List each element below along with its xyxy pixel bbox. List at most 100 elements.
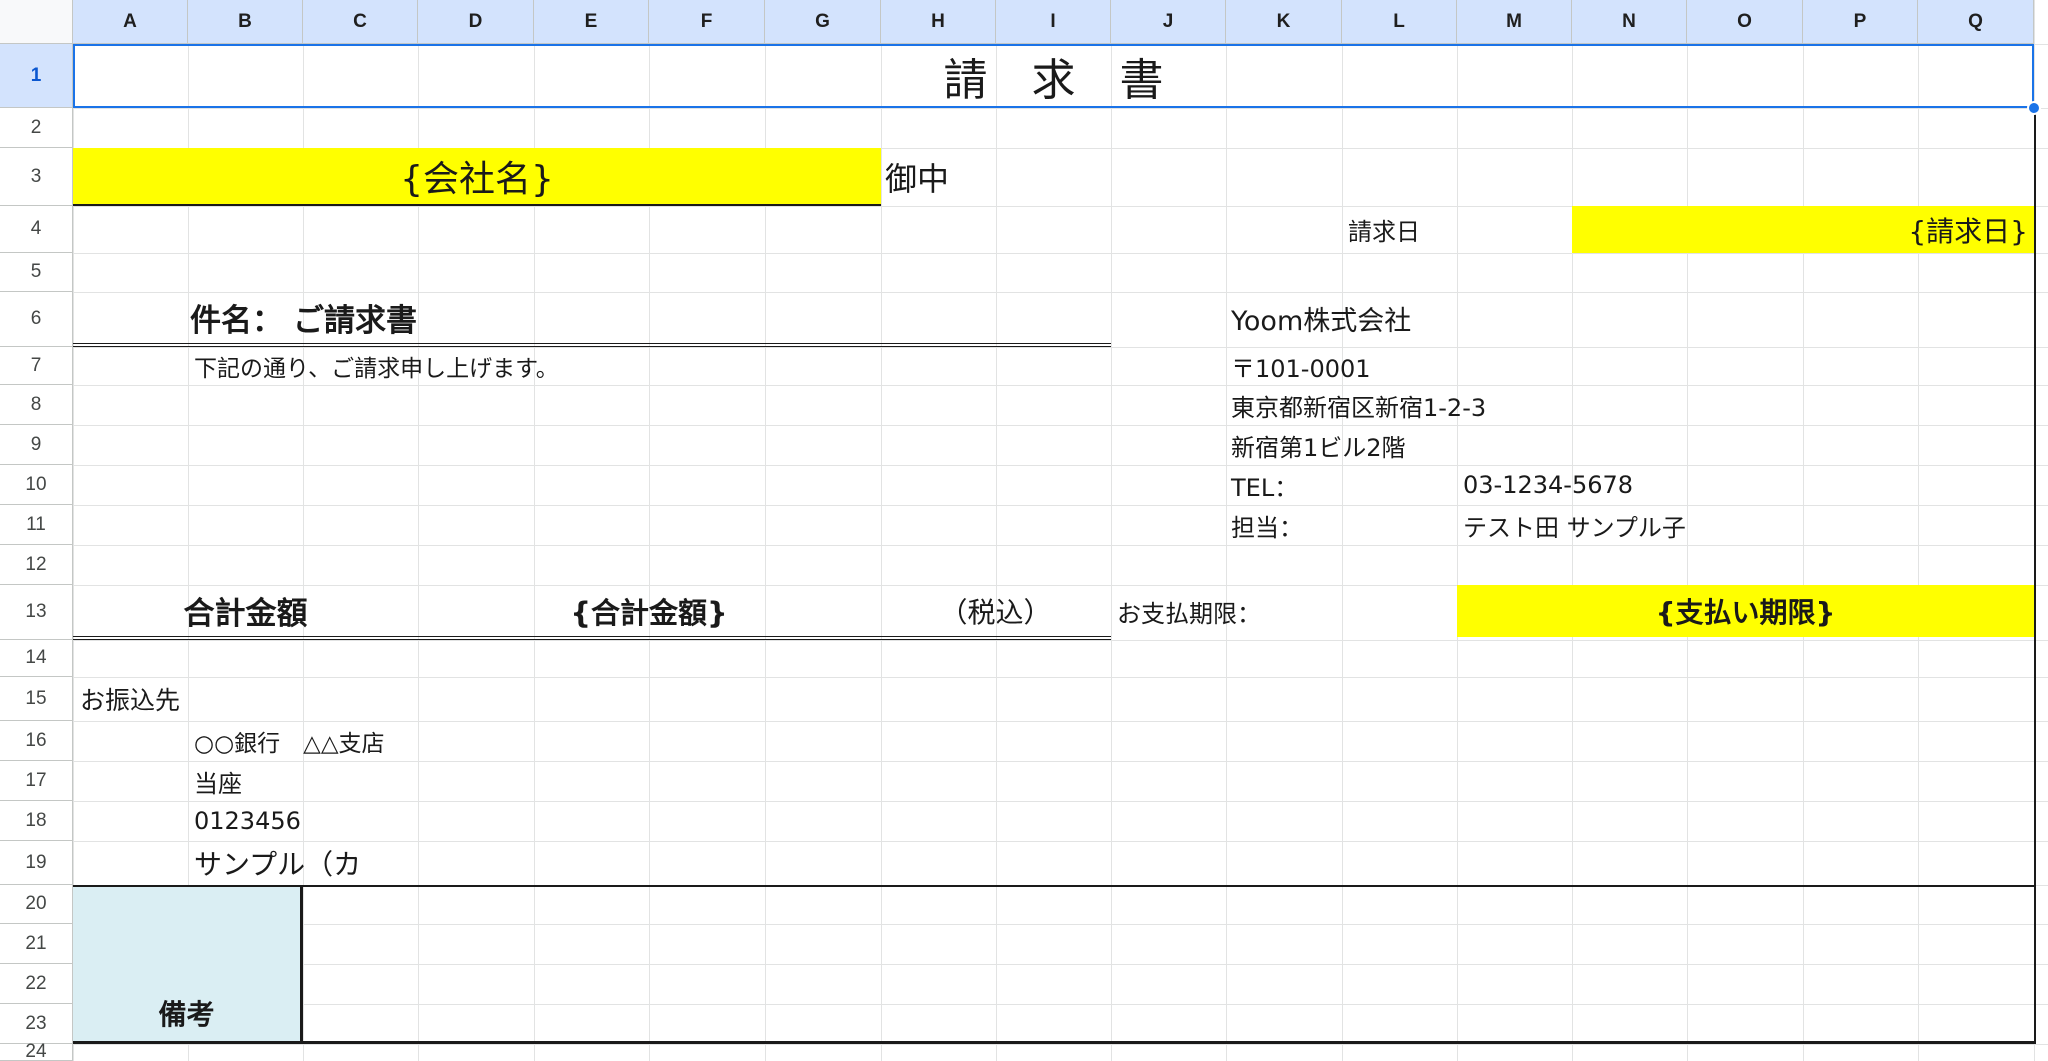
subject-cell[interactable]: 件名： ご請求書 bbox=[73, 292, 1111, 347]
total-label-cell[interactable]: 合計金額 bbox=[73, 585, 418, 640]
issuer-contact-label: 担当： bbox=[1231, 513, 1303, 542]
payment-due-label: お支払期限： bbox=[1117, 599, 1261, 628]
row-header-12[interactable]: 12 bbox=[0, 545, 73, 585]
payment-due-cell[interactable]: {支払い期限} bbox=[1457, 585, 2034, 637]
issuer-company: Yoom株式会社 bbox=[1231, 305, 1412, 337]
issuer-address1: 東京都新宿区新宿1-2-3 bbox=[1231, 393, 1487, 422]
total-amount-cell[interactable]: {合計金額} bbox=[418, 585, 880, 640]
row-header-23[interactable]: 23 bbox=[0, 1004, 73, 1044]
right-border-line bbox=[2034, 108, 2036, 1044]
grid-horizontal-line bbox=[0, 640, 2048, 641]
invoice-date-label-cell[interactable]: 請求日 bbox=[1342, 206, 1572, 253]
company-name-placeholder: {会社名} bbox=[400, 159, 554, 200]
row-header-2[interactable]: 2 bbox=[0, 108, 73, 148]
issuer-company-cell[interactable]: Yoom株式会社 bbox=[1225, 292, 1725, 344]
issuer-contact-label-cell[interactable]: 担当： bbox=[1225, 505, 1455, 545]
column-header-c[interactable]: C bbox=[303, 0, 418, 44]
issuer-postal-cell[interactable]: 〒101-0001 bbox=[1225, 347, 1725, 385]
intro-text-cell[interactable]: 下記の通り、ご請求申し上げます。 bbox=[188, 347, 1088, 385]
total-amount-placeholder: {合計金額} bbox=[570, 595, 728, 630]
column-header-f[interactable]: F bbox=[649, 0, 765, 44]
row-header-11[interactable]: 11 bbox=[0, 505, 73, 545]
column-header-k[interactable]: K bbox=[1226, 0, 1342, 44]
column-header-j[interactable]: J bbox=[1111, 0, 1226, 44]
row-header-17[interactable]: 17 bbox=[0, 761, 73, 801]
tax-note-cell[interactable]: （税込） bbox=[880, 585, 1111, 640]
issuer-contact-cell[interactable]: テスト田 サンプル子 bbox=[1457, 505, 1957, 545]
row-header-10[interactable]: 10 bbox=[0, 465, 73, 505]
row-header-16[interactable]: 16 bbox=[0, 721, 73, 761]
column-header-p[interactable]: P bbox=[1803, 0, 1918, 44]
remarks-separator bbox=[300, 885, 303, 1044]
account-number-cell[interactable]: 0123456 bbox=[188, 801, 488, 841]
column-header-i[interactable]: I bbox=[996, 0, 1111, 44]
issuer-address2-cell[interactable]: 新宿第1ビル2階 bbox=[1225, 425, 1825, 465]
row-header-3[interactable]: 3 bbox=[0, 148, 73, 206]
issuer-address2: 新宿第1ビル2階 bbox=[1231, 433, 1406, 462]
account-name: サンプル（カ bbox=[194, 848, 362, 881]
bank-heading: お振込先 bbox=[80, 686, 181, 715]
column-header-e[interactable]: E bbox=[534, 0, 649, 44]
account-type-cell[interactable]: 当座 bbox=[188, 761, 488, 801]
row-header-13[interactable]: 13 bbox=[0, 585, 73, 640]
column-header-q[interactable]: Q bbox=[1918, 0, 2034, 44]
row-header-15[interactable]: 15 bbox=[0, 677, 73, 721]
subject-label: 件名： bbox=[190, 303, 283, 339]
company-name-cell[interactable]: {会社名} bbox=[73, 148, 881, 206]
issuer-postal: 〒101-0001 bbox=[1231, 354, 1371, 383]
invoice-date-label: 請求日 bbox=[1348, 218, 1420, 246]
column-header-d[interactable]: D bbox=[418, 0, 534, 44]
row-header-5[interactable]: 5 bbox=[0, 253, 73, 292]
row-header-8[interactable]: 8 bbox=[0, 385, 73, 425]
subject-value: ご請求書 bbox=[293, 303, 417, 339]
row-header-9[interactable]: 9 bbox=[0, 425, 73, 465]
column-header-b[interactable]: B bbox=[188, 0, 303, 44]
column-header-a[interactable]: A bbox=[73, 0, 188, 44]
total-label: 合計金額 bbox=[183, 596, 308, 632]
column-header-n[interactable]: N bbox=[1572, 0, 1687, 44]
invoice-date-cell[interactable]: {請求日} bbox=[1572, 206, 2034, 253]
row-header-7[interactable]: 7 bbox=[0, 347, 73, 385]
account-type: 当座 bbox=[194, 769, 242, 798]
bank-heading-cell[interactable]: お振込先 bbox=[73, 677, 303, 721]
column-header-h[interactable]: H bbox=[881, 0, 996, 44]
row-header-18[interactable]: 18 bbox=[0, 801, 73, 841]
grid-horizontal-line bbox=[0, 108, 2048, 109]
row-header-24[interactable]: 24 bbox=[0, 1041, 73, 1061]
account-number: 0123456 bbox=[194, 807, 301, 835]
bank-branch-cell[interactable]: ○○銀行 △△支店 bbox=[188, 721, 688, 761]
column-header-o[interactable]: O bbox=[1687, 0, 1803, 44]
column-header-l[interactable]: L bbox=[1342, 0, 1457, 44]
row-header-1[interactable]: 1 bbox=[0, 44, 73, 108]
payment-due-label-cell[interactable]: お支払期限： bbox=[1111, 585, 1456, 637]
honorific-text: 御中 bbox=[885, 160, 950, 198]
grid-horizontal-line bbox=[0, 253, 2048, 254]
row-header-21[interactable]: 21 bbox=[0, 924, 73, 964]
cell-selection bbox=[73, 44, 2034, 108]
grid-horizontal-line bbox=[0, 677, 2048, 678]
issuer-address1-cell[interactable]: 東京都新宿区新宿1-2-3 bbox=[1225, 385, 1825, 425]
issuer-tel-label: TEL： bbox=[1231, 473, 1299, 502]
spreadsheet-grid[interactable]: ABCDEFGHIJKLMNOPQ 1 2 3 4 5 6 7 8 9 10 11 12 13 14 15 1… bbox=[0, 0, 2048, 1061]
tax-note: （税込） bbox=[939, 595, 1052, 629]
issuer-tel-cell[interactable]: 03-1234-5678 bbox=[1457, 465, 1957, 505]
row-header-19[interactable]: 19 bbox=[0, 841, 73, 885]
invoice-date-placeholder: {請求日} bbox=[1908, 214, 2028, 248]
row-header-6[interactable]: 6 bbox=[0, 292, 73, 347]
bank-branch: ○○銀行 △△支店 bbox=[194, 731, 385, 757]
issuer-tel-label-cell[interactable]: TEL： bbox=[1225, 465, 1455, 505]
issuer-tel-value: 03-1234-5678 bbox=[1463, 471, 1634, 499]
fill-handle[interactable] bbox=[2027, 101, 2041, 115]
row-header-22[interactable]: 22 bbox=[0, 964, 73, 1004]
column-header-m[interactable]: M bbox=[1457, 0, 1572, 44]
honorific-cell[interactable]: 御中 bbox=[881, 148, 1111, 206]
select-all-corner[interactable] bbox=[0, 0, 73, 44]
row-header-4[interactable]: 4 bbox=[0, 206, 73, 253]
grid-horizontal-line bbox=[0, 545, 2048, 546]
account-name-cell[interactable]: サンプル（カ bbox=[188, 841, 488, 885]
payment-due-placeholder: {支払い期限} bbox=[1655, 596, 1836, 629]
issuer-contact-value: テスト田 サンプル子 bbox=[1463, 513, 1686, 542]
row-header-20[interactable]: 20 bbox=[0, 885, 73, 924]
row-header-14[interactable]: 14 bbox=[0, 640, 73, 677]
column-header-g[interactable]: G bbox=[765, 0, 881, 44]
